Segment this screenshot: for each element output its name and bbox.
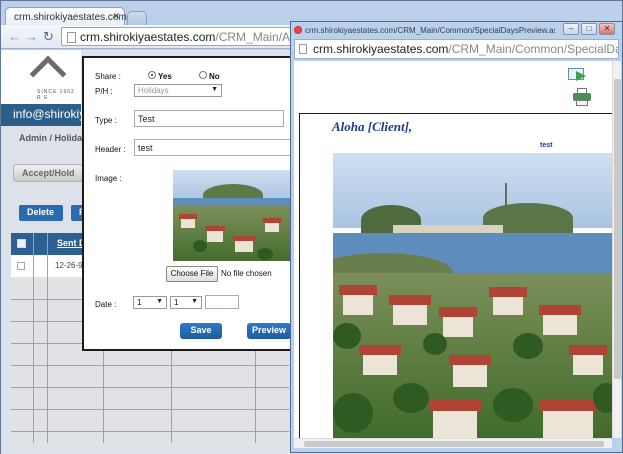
preview-button[interactable]: Preview (247, 323, 290, 339)
forward-icon[interactable]: → (25, 29, 38, 44)
grid-divider (11, 431, 289, 432)
ph-label: P/H : (95, 87, 113, 96)
date-month-value: 1 (174, 298, 179, 307)
minimize-icon[interactable]: – (563, 23, 579, 35)
special-day-form-dialog: Share : Yes No P/H : Holidays ▼ Type : T… (82, 56, 292, 351)
date-month-select[interactable]: 1 ▼ (170, 296, 202, 309)
url-host: crm.shirokiyaestates.com (80, 30, 216, 44)
row-checkbox[interactable] (17, 262, 25, 270)
grid-divider (47, 233, 48, 443)
image-label: Image : (95, 174, 122, 183)
preview-image (333, 153, 612, 438)
type-label: Type : (95, 116, 117, 125)
grid-divider (11, 387, 289, 388)
greeting-text: Aloha [Client], (332, 119, 413, 134)
reload-icon[interactable]: ↻ (43, 29, 54, 45)
delete-button[interactable]: Delete (19, 205, 63, 221)
date-day-select[interactable]: 1 ▼ (133, 296, 167, 309)
logo-text: SINCE 1962 R E (37, 89, 75, 101)
date-label: Date : (95, 300, 117, 309)
house-logo-icon (29, 55, 67, 93)
email-bar: info@shirokiy (1, 104, 85, 126)
uploaded-image-thumbnail (173, 170, 290, 261)
no-file-chosen-text: No file chosen (221, 269, 272, 278)
maximize-icon[interactable]: □ (581, 23, 597, 35)
date-year-input[interactable] (205, 295, 239, 309)
popup-url-field[interactable]: crm.shirokiyaestates.com/CRM_Main/Common… (294, 39, 619, 59)
grid-divider (11, 365, 289, 366)
scroll-thumb[interactable] (304, 441, 604, 447)
grid-divider (11, 409, 289, 410)
horizontal-scrollbar[interactable] (294, 438, 612, 448)
breadcrumb: Admin / Holiday (19, 133, 88, 143)
logo: SINCE 1962 R E (1, 50, 81, 104)
back-icon[interactable]: ← (8, 29, 21, 44)
share-yes-radio[interactable] (148, 71, 156, 79)
chevron-down-icon: ▼ (211, 86, 218, 93)
popup-url-path: /CRM_Main/Common/SpecialDaysPreview.aspx (448, 42, 618, 56)
share-no-radio[interactable] (199, 71, 207, 79)
grid-divider (33, 233, 34, 443)
select-all-checkbox[interactable] (17, 239, 26, 248)
chevron-down-icon: ▼ (156, 298, 163, 305)
share-yes-label: Yes (158, 72, 172, 81)
popup-title: crm.shirokiyaestates.com/CRM_Main/Common… (305, 26, 555, 35)
choose-file-button[interactable]: Choose File (166, 266, 218, 282)
printer-icon[interactable] (573, 88, 591, 106)
scroll-thumb[interactable] (614, 79, 621, 379)
ph-selected-value: Holidays (138, 86, 169, 95)
type-input[interactable]: Test (134, 110, 284, 127)
header-label: Header : (95, 145, 126, 154)
preview-content: Aloha [Client], test (294, 61, 612, 438)
preview-popup-window: crm.shirokiyaestates.com/CRM_Main/Common… (290, 21, 623, 453)
preview-header-text: test (540, 142, 553, 149)
save-button[interactable]: Save (180, 323, 222, 339)
share-label: Share : (95, 72, 121, 81)
chevron-down-icon: ▼ (191, 298, 198, 305)
accept-hold-button[interactable]: Accept/Hold (13, 164, 83, 182)
page-icon (299, 44, 307, 54)
page-icon (67, 32, 76, 43)
ph-select[interactable]: Holidays ▼ (134, 84, 222, 97)
tab-crm[interactable]: crm.shirokiyaestates.com/CR ✕ (5, 7, 144, 27)
close-tab-icon[interactable]: ✕ (112, 11, 120, 22)
header-input[interactable]: test (134, 139, 290, 156)
chrome-logo-icon (294, 26, 302, 34)
email-forward-icon[interactable] (568, 66, 590, 82)
close-icon[interactable]: ✕ (599, 23, 615, 35)
sent-date-cell: 12-26-9 (55, 261, 83, 270)
vertical-scrollbar[interactable] (612, 61, 621, 438)
share-no-label: No (209, 72, 220, 81)
date-day-value: 1 (137, 298, 142, 307)
tab-title: crm.shirokiyaestates.com/CR (14, 12, 145, 23)
url-field[interactable]: crm.shirokiyaestates.com/CRM_Main/Admin/… (61, 27, 311, 46)
popup-url-host: crm.shirokiyaestates.com (313, 42, 449, 56)
new-tab-button[interactable] (127, 11, 147, 25)
